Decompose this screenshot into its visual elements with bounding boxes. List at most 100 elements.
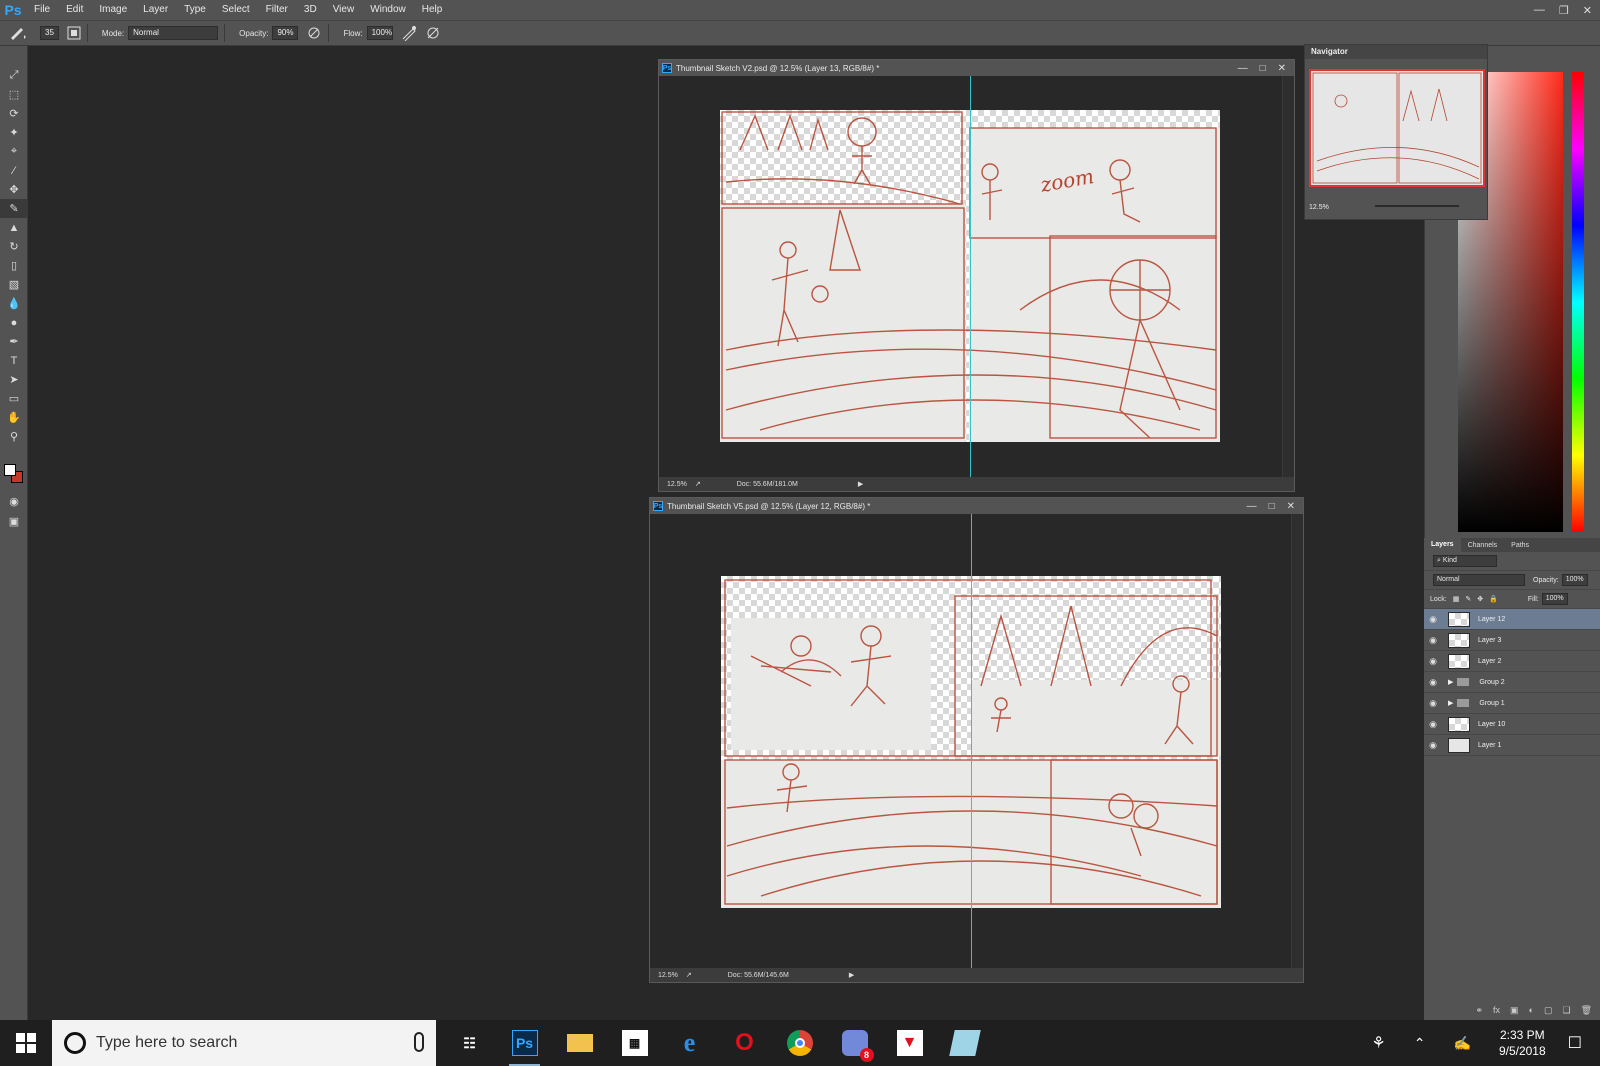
pressure-opacity-icon[interactable]: [306, 25, 322, 41]
navigator-zoom-value[interactable]: 12.5%: [1309, 204, 1329, 211]
discord-button[interactable]: 8: [827, 1020, 882, 1066]
status-menu-arrow-icon[interactable]: ▶: [858, 480, 863, 488]
path-select-tool-icon[interactable]: ➤: [0, 370, 28, 389]
gradient-tool-icon[interactable]: ▧: [0, 275, 28, 294]
layer-name[interactable]: Layer 3: [1478, 637, 1501, 644]
quick-mask-icon[interactable]: ◉: [0, 492, 28, 511]
healing-tool-icon[interactable]: ✥: [0, 180, 28, 199]
menu-window[interactable]: Window: [362, 0, 414, 20]
layer-row[interactable]: ◉ Layer 3: [1424, 630, 1600, 651]
vertical-scrollbar[interactable]: [1291, 514, 1303, 968]
menu-image[interactable]: Image: [91, 0, 135, 20]
maximize-icon[interactable]: □: [1260, 63, 1266, 74]
brush-preset-icon[interactable]: [8, 25, 28, 41]
layer-mask-icon[interactable]: ▣: [1510, 1005, 1519, 1016]
menu-layer[interactable]: Layer: [135, 0, 176, 20]
hand-tool-icon[interactable]: ✋: [0, 408, 28, 427]
mode-select[interactable]: Normal: [128, 26, 219, 40]
visibility-eye-icon[interactable]: ◉: [1424, 698, 1442, 709]
visibility-eye-icon[interactable]: ◉: [1424, 635, 1442, 646]
move-tool-icon[interactable]: ⤢: [0, 66, 28, 85]
visibility-eye-icon[interactable]: ◉: [1424, 614, 1442, 625]
foreground-color-swatch[interactable]: [4, 464, 16, 476]
layer-row[interactable]: ◉ Layer 10: [1424, 714, 1600, 735]
menu-select[interactable]: Select: [214, 0, 258, 20]
adjustment-layer-icon[interactable]: ◐: [1529, 1005, 1534, 1016]
taskbar-clock[interactable]: 2:33 PM 9/5/2018: [1499, 1027, 1546, 1059]
layer-name[interactable]: Layer 1: [1478, 742, 1501, 749]
document-canvas-area[interactable]: zoom: [659, 76, 1282, 479]
navigator-tab[interactable]: Navigator: [1305, 45, 1487, 59]
opera-button[interactable]: O: [717, 1020, 772, 1066]
document-canvas-area[interactable]: [650, 514, 1291, 970]
menu-filter[interactable]: Filter: [258, 0, 296, 20]
layer-name[interactable]: Layer 12: [1478, 616, 1505, 623]
share-icon[interactable]: ↗: [695, 480, 701, 488]
visibility-eye-icon[interactable]: ◉: [1424, 719, 1442, 730]
opacity-input[interactable]: 90%: [272, 26, 299, 40]
edge-button[interactable]: e: [662, 1020, 717, 1066]
pressure-size-icon[interactable]: [425, 25, 441, 41]
eyedropper-tool-icon[interactable]: ∕: [0, 161, 28, 180]
group-name[interactable]: Group 1: [1479, 700, 1504, 707]
pen-tool-icon[interactable]: ✒: [0, 332, 28, 351]
visibility-eye-icon[interactable]: ◉: [1424, 740, 1442, 751]
menu-3d[interactable]: 3D: [296, 0, 325, 20]
vertical-scrollbar[interactable]: [1282, 76, 1294, 477]
action-center-icon[interactable]: ☐: [1568, 1033, 1582, 1053]
layer-row[interactable]: ◉ Layer 2: [1424, 651, 1600, 672]
photoshop-taskbar-button[interactable]: Ps: [497, 1020, 552, 1066]
file-explorer-button[interactable]: [552, 1020, 607, 1066]
layer-kind-filter[interactable]: ⌕ Kind: [1433, 555, 1497, 567]
blur-tool-icon[interactable]: 💧: [0, 294, 28, 313]
pen-workspace-icon[interactable]: ✍: [1454, 1035, 1471, 1052]
layer-row[interactable]: ◉ Layer 12: [1424, 609, 1600, 630]
antivirus-button[interactable]: ▼: [882, 1020, 937, 1066]
screen-mode-icon[interactable]: ▣: [0, 512, 28, 531]
group-name[interactable]: Group 2: [1479, 679, 1504, 686]
fill-input[interactable]: 100%: [1541, 593, 1568, 605]
layer-name[interactable]: Layer 2: [1478, 658, 1501, 665]
eraser-tool-icon[interactable]: ▯: [0, 256, 28, 275]
delete-layer-icon[interactable]: 🗑: [1581, 1005, 1592, 1016]
menu-help[interactable]: Help: [414, 0, 451, 20]
lock-position-icon[interactable]: ✥: [1477, 595, 1483, 603]
close-icon[interactable]: ✕: [1278, 63, 1286, 74]
lasso-tool-icon[interactable]: ⟳: [0, 104, 28, 123]
layer-style-icon[interactable]: fx: [1493, 1005, 1500, 1016]
document-titlebar[interactable]: Ps Thumbnail Sketch V5.psd @ 12.5% (Laye…: [650, 498, 1303, 514]
lock-pixels-icon[interactable]: ✎: [1465, 595, 1471, 603]
layer-row[interactable]: ◉ Layer 1: [1424, 735, 1600, 756]
zoom-level[interactable]: 12.5%: [667, 481, 687, 488]
hue-slider[interactable]: [1572, 72, 1584, 532]
minimize-icon[interactable]: —: [1238, 63, 1248, 74]
share-icon[interactable]: ↗: [686, 971, 692, 979]
start-button[interactable]: [0, 1020, 52, 1066]
document-window-v2[interactable]: Ps Thumbnail Sketch V2.psd @ 12.5% (Laye…: [658, 59, 1295, 492]
chrome-button[interactable]: [772, 1020, 827, 1066]
stamp-tool-icon[interactable]: ▲: [0, 218, 28, 237]
brush-size-value[interactable]: 35: [40, 26, 59, 40]
link-layers-icon[interactable]: ⚭: [1475, 1005, 1483, 1016]
group-row[interactable]: ◉ ▶ Group 1: [1424, 693, 1600, 714]
menu-edit[interactable]: Edit: [58, 0, 91, 20]
vertical-guide[interactable]: [971, 514, 972, 970]
tab-channels[interactable]: Channels: [1461, 542, 1505, 549]
minimize-icon[interactable]: —: [1534, 4, 1545, 16]
tab-paths[interactable]: Paths: [1504, 542, 1536, 549]
quick-select-tool-icon[interactable]: ✦: [0, 123, 28, 142]
navigator-panel[interactable]: Navigator 12.5%: [1304, 44, 1488, 220]
flow-input[interactable]: 100%: [366, 26, 393, 40]
history-brush-tool-icon[interactable]: ↻: [0, 237, 28, 256]
brush-size-picker[interactable]: 35: [36, 26, 59, 40]
notes-button[interactable]: [937, 1020, 992, 1066]
minimize-icon[interactable]: —: [1247, 501, 1257, 512]
type-tool-icon[interactable]: T: [0, 351, 28, 370]
lock-transparency-icon[interactable]: ▦: [1453, 595, 1460, 603]
marquee-tool-icon[interactable]: ⬚: [0, 85, 28, 104]
menu-file[interactable]: File: [26, 0, 58, 20]
document-window-v5[interactable]: Ps Thumbnail Sketch V5.psd @ 12.5% (Laye…: [649, 497, 1304, 983]
taskbar-search-box[interactable]: Type here to search: [52, 1020, 436, 1066]
blend-mode-select[interactable]: Normal: [1433, 574, 1525, 586]
people-icon[interactable]: ⚘: [1371, 1033, 1385, 1053]
